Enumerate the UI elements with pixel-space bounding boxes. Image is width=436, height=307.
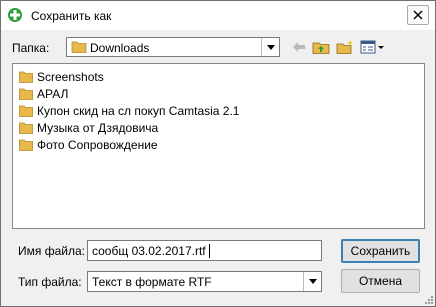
- close-icon: [413, 10, 423, 20]
- save-as-dialog: Сохранить как Папка: Downloads Screensho…: [0, 0, 436, 307]
- save-button-label: Сохранить: [350, 244, 411, 258]
- file-name: АРАЛ: [37, 87, 69, 101]
- title-bar: Сохранить как: [1, 1, 435, 30]
- back-arrow-icon: [293, 42, 305, 52]
- new-folder-icon: [336, 40, 353, 54]
- view-menu-button[interactable]: [358, 38, 386, 56]
- file-name: Screenshots: [37, 70, 104, 84]
- file-type-dropdown-button[interactable]: [303, 272, 321, 291]
- file-name: Фото Сопровождение: [37, 138, 158, 152]
- list-item[interactable]: Купон скид на сл покуп Camtasia 2.1: [19, 103, 239, 119]
- chevron-down-icon: [266, 44, 275, 50]
- back-button[interactable]: [289, 38, 309, 56]
- save-button[interactable]: Сохранить: [341, 239, 420, 263]
- app-icon: [8, 8, 22, 22]
- up-folder-button[interactable]: [311, 38, 331, 56]
- list-item[interactable]: Фото Сопровождение: [19, 137, 158, 153]
- cancel-button-label: Отмена: [358, 274, 403, 288]
- close-button[interactable]: [407, 5, 429, 25]
- folder-icon: [19, 139, 33, 151]
- file-type-label: Тип файла:: [18, 275, 82, 289]
- chevron-down-icon: [308, 279, 317, 284]
- file-type-select[interactable]: Текст в формате RTF: [87, 271, 322, 292]
- look-in-label: Папка:: [12, 41, 50, 55]
- folder-icon: [19, 105, 33, 117]
- up-folder-icon: [312, 42, 330, 54]
- file-name: Купон скид на сл покуп Camtasia 2.1: [37, 104, 240, 118]
- list-item[interactable]: Screenshots: [19, 69, 104, 85]
- text-caret: [209, 244, 210, 258]
- list-item[interactable]: Музыка от Дзядовича: [19, 120, 158, 136]
- folder-icon: [19, 88, 33, 100]
- resize-grip-icon[interactable]: [423, 294, 433, 304]
- file-name-label: Имя файла:: [18, 244, 85, 258]
- file-name-value: сообщ 03.02.2017.rtf: [92, 244, 206, 258]
- window-title: Сохранить как: [31, 9, 112, 23]
- folder-icon: [19, 122, 33, 134]
- file-name: Музыка от Дзядовича: [37, 121, 159, 135]
- list-item[interactable]: АРАЛ: [19, 86, 68, 102]
- folder-icon: [19, 71, 33, 83]
- cancel-button[interactable]: Отмена: [341, 269, 420, 293]
- look-in-dropdown[interactable]: Downloads: [66, 37, 280, 57]
- look-in-value: Downloads: [90, 41, 150, 55]
- file-list[interactable]: Screenshots АРАЛ Купон скид на сл покуп …: [12, 63, 425, 229]
- look-in-dropdown-button[interactable]: [261, 38, 279, 56]
- file-type-value: Текст в формате RTF: [92, 275, 212, 289]
- file-name-input[interactable]: сообщ 03.02.2017.rtf: [87, 240, 322, 261]
- folder-icon: [71, 41, 87, 53]
- view-list-icon: [360, 40, 384, 54]
- new-folder-button[interactable]: [335, 38, 355, 56]
